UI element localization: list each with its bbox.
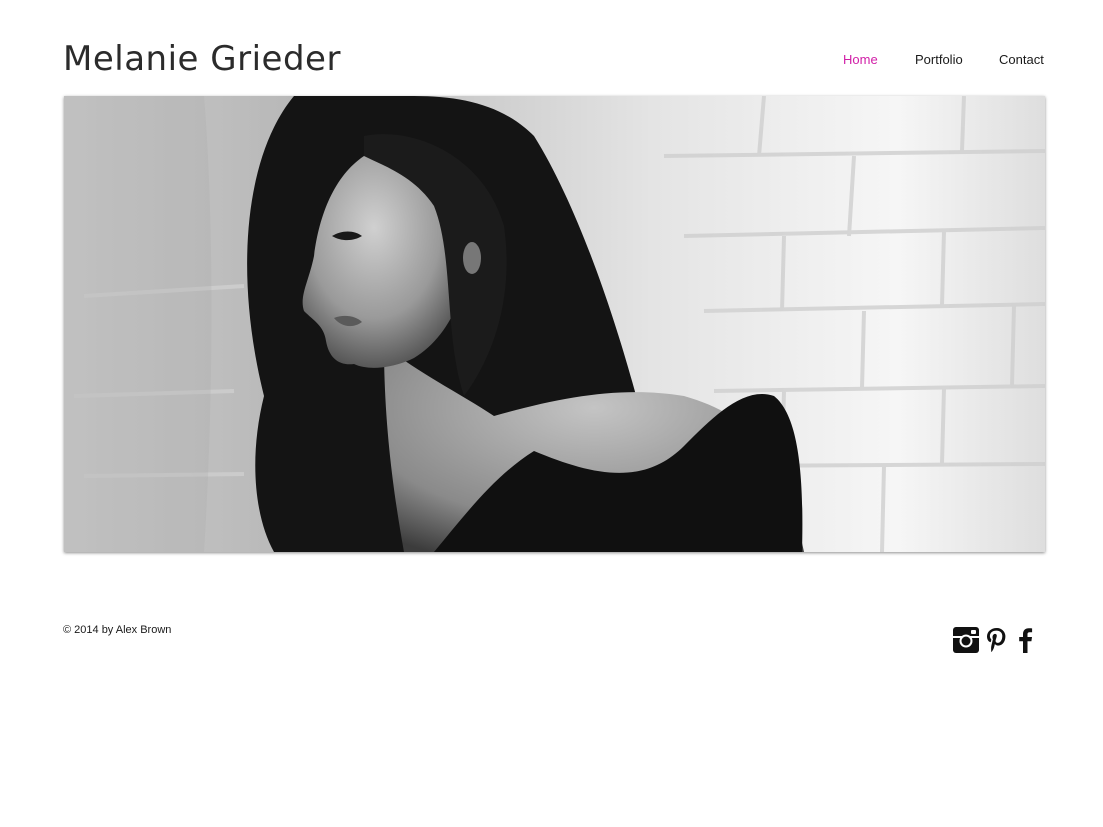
- pinterest-icon[interactable]: [983, 626, 1011, 654]
- facebook-icon[interactable]: [1012, 626, 1040, 654]
- social-links: [952, 626, 1042, 654]
- nav-home[interactable]: Home: [843, 51, 878, 69]
- nav-portfolio[interactable]: Portfolio: [915, 51, 963, 69]
- portrait-photo: [64, 96, 1045, 552]
- instagram-icon[interactable]: [952, 626, 980, 654]
- hero-image: [64, 96, 1045, 552]
- nav-contact[interactable]: Contact: [999, 51, 1044, 69]
- main-nav: Home Portfolio Contact: [0, 51, 1103, 71]
- copyright-text: © 2014 by Alex Brown: [63, 624, 172, 636]
